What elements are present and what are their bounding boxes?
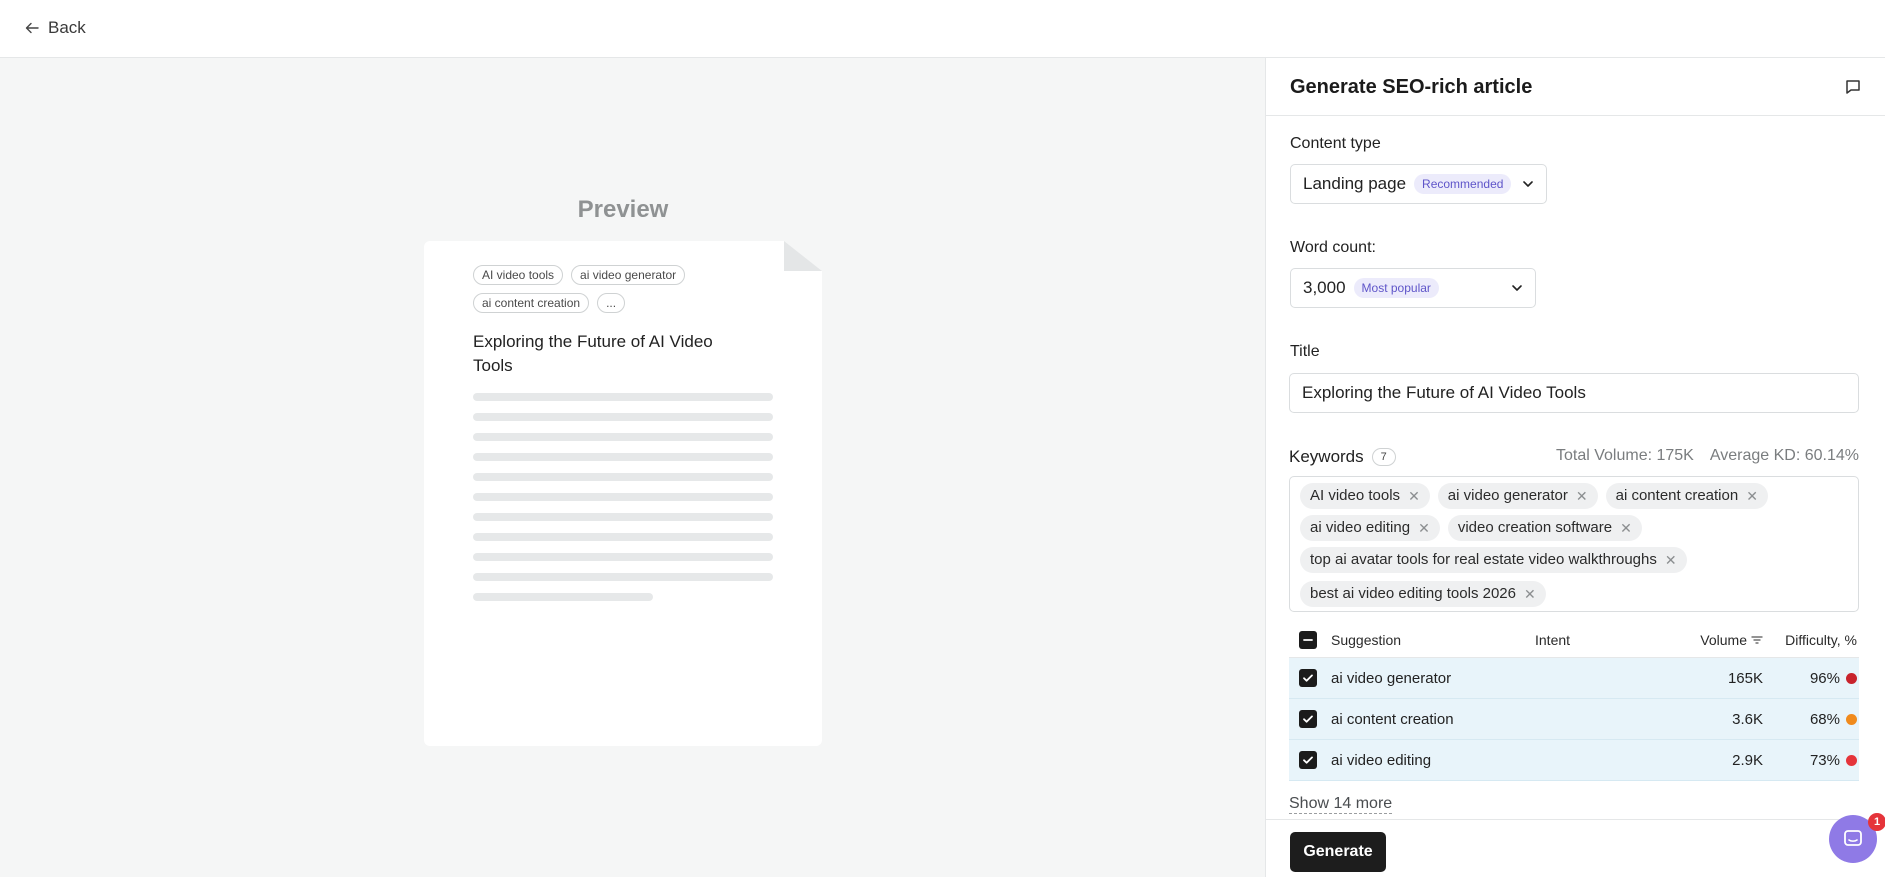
keyword-chip: ai content creation ✕ xyxy=(1605,483,1768,509)
sort-icon xyxy=(1751,635,1763,644)
keyword-chip: video creation software ✕ xyxy=(1447,515,1642,541)
table-row[interactable]: ai video editing 2.9K 73% xyxy=(1289,740,1859,781)
header-volume-label: Volume xyxy=(1700,631,1747,648)
chevron-down-icon xyxy=(1512,285,1522,291)
keyword-chip: ai video editing ✕ xyxy=(1300,515,1440,541)
difficulty-dot xyxy=(1846,672,1857,684)
keyword-chip: AI video tools ✕ xyxy=(1300,483,1430,509)
placeholder-line xyxy=(473,433,773,441)
row-suggestion: ai content creation xyxy=(1331,710,1454,728)
keywords-stats: Total Volume: 175K Average KD: 60.14% xyxy=(1556,447,1859,465)
remove-chip-icon[interactable]: ✕ xyxy=(1665,547,1677,573)
content-type-select[interactable]: Landing page Recommended xyxy=(1290,164,1547,204)
back-label: Back xyxy=(48,18,86,37)
preview-tag: ai content creation xyxy=(473,293,590,313)
keywords-count-badge: 7 xyxy=(1371,448,1396,466)
page-fold-icon xyxy=(784,241,822,271)
top-bar: Back xyxy=(0,0,1885,58)
row-suggestion: ai video generator xyxy=(1331,669,1452,687)
preview-tag: ai video generator xyxy=(571,265,686,285)
check-icon xyxy=(1303,715,1313,723)
chevron-down-icon xyxy=(1523,181,1533,187)
word-count-select[interactable]: 3,000 Most popular xyxy=(1290,268,1536,308)
placeholder-line xyxy=(473,453,773,461)
keyword-chip: ai video generator ✕ xyxy=(1437,483,1598,509)
remove-chip-icon[interactable]: ✕ xyxy=(1524,581,1536,607)
feedback-icon[interactable] xyxy=(1844,78,1862,96)
keywords-label: Keywords xyxy=(1289,447,1364,466)
keywords-header: Keywords 7 xyxy=(1289,447,1396,467)
select-all-checkbox[interactable] xyxy=(1299,630,1317,649)
header-suggestion: Suggestion xyxy=(1331,631,1402,648)
preview-title: Preview xyxy=(577,196,669,223)
preview-heading: Exploring the Future of AI Video Tools xyxy=(473,332,713,375)
preview-tags: AI video tools ai video generator ai con… xyxy=(473,265,763,313)
chat-icon xyxy=(1844,830,1862,846)
keyword-chip: best ai video editing tools 2026 ✕ xyxy=(1300,581,1546,607)
remove-chip-icon[interactable]: ✕ xyxy=(1576,483,1588,509)
word-count-label: Word count: xyxy=(1290,239,1376,256)
keywords-input-box[interactable]: AI video tools ✕ ai video generator ✕ ai c… xyxy=(1289,476,1859,612)
check-icon xyxy=(1303,674,1313,682)
remove-chip-icon[interactable]: ✕ xyxy=(1408,483,1420,509)
row-checkbox[interactable] xyxy=(1299,710,1317,728)
placeholder-line xyxy=(473,493,773,501)
preview-placeholder-lines xyxy=(473,393,773,613)
header-volume[interactable]: Volume xyxy=(1645,632,1763,648)
back-button[interactable]: Back xyxy=(24,16,86,40)
panel-title: Generate SEO-rich article xyxy=(1290,76,1533,98)
recommended-badge: Recommended xyxy=(1414,174,1512,194)
content-type-label: Content type xyxy=(1290,135,1381,152)
preview-tag: AI video tools xyxy=(473,265,564,285)
placeholder-line xyxy=(473,533,773,541)
content-type-value: Landing page xyxy=(1303,174,1407,193)
row-checkbox[interactable] xyxy=(1299,751,1317,769)
remove-chip-icon[interactable]: ✕ xyxy=(1620,515,1632,541)
title-label: Title xyxy=(1290,343,1320,360)
row-difficulty: 68% xyxy=(1763,711,1857,728)
row-volume: 165K xyxy=(1727,669,1763,687)
header-difficulty: Difficulty, % xyxy=(1785,631,1857,648)
placeholder-line xyxy=(473,593,653,601)
difficulty-dot xyxy=(1846,754,1857,766)
row-difficulty: 73% xyxy=(1763,752,1857,769)
generate-button[interactable]: Generate xyxy=(1290,832,1386,872)
keyword-chip: top ai avatar tools for real estate vide… xyxy=(1300,547,1687,573)
row-difficulty: 96% xyxy=(1763,670,1857,687)
most-popular-badge: Most popular xyxy=(1353,278,1439,298)
panel-header: Generate SEO-rich article xyxy=(1266,58,1885,116)
remove-chip-icon[interactable]: ✕ xyxy=(1418,515,1430,541)
placeholder-line xyxy=(473,513,773,521)
remove-chip-icon[interactable]: ✕ xyxy=(1746,483,1758,509)
preview-tag-more: ... xyxy=(597,293,626,313)
panel-footer: Generate xyxy=(1266,819,1885,877)
difficulty-dot xyxy=(1846,713,1857,725)
row-volume: 3.6K xyxy=(1732,710,1763,728)
placeholder-line xyxy=(473,553,773,561)
check-icon xyxy=(1303,756,1313,764)
arrow-left-icon xyxy=(25,22,39,34)
notification-badge: 1 xyxy=(1868,813,1885,831)
preview-document: AI video tools ai video generator ai con… xyxy=(424,241,822,746)
suggestions-table: Suggestion Intent Volume Difficulty, % a… xyxy=(1289,622,1859,781)
total-volume: Total Volume: 175K xyxy=(1555,447,1694,464)
row-checkbox[interactable] xyxy=(1299,669,1317,687)
table-row[interactable]: ai video generator 165K 96% xyxy=(1289,658,1859,699)
show-more-link[interactable]: Show 14 more xyxy=(1289,795,1393,814)
header-intent: Intent xyxy=(1535,631,1571,648)
row-suggestion: ai video editing xyxy=(1331,751,1432,769)
placeholder-line xyxy=(473,573,773,581)
word-count-value: 3,000 xyxy=(1303,278,1346,297)
table-row[interactable]: ai content creation 3.6K 68% xyxy=(1289,699,1859,740)
placeholder-line xyxy=(473,413,773,421)
row-volume: 2.9K xyxy=(1732,751,1763,769)
title-input[interactable] xyxy=(1289,373,1859,413)
average-kd: Average KD: 60.14% xyxy=(1709,447,1859,464)
placeholder-line xyxy=(473,393,773,401)
table-header: Suggestion Intent Volume Difficulty, % xyxy=(1289,622,1859,658)
placeholder-line xyxy=(473,473,773,481)
minus-icon xyxy=(1303,638,1313,641)
